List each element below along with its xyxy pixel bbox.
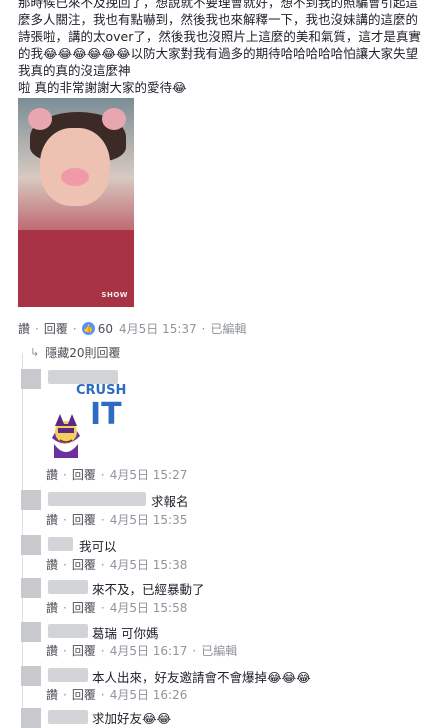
pig-nose-shape [61,168,89,186]
photo-watermark: SHOW [101,291,128,299]
post-reply-link[interactable]: 回覆 [44,320,68,337]
reply-timestamp[interactable]: 4月5日 16:17 [110,642,188,659]
reply-action-row: 讚 · 回覆 · 4月5日 15:27 [46,466,188,483]
avatar[interactable] [21,535,41,555]
post-edited-label[interactable]: 已編輯 [210,320,246,337]
reply-action-row: 讚 · 回覆 · 4月5日 15:35 [46,511,188,528]
reply-timestamp[interactable]: 4月5日 16:26 [110,686,188,703]
reply-action-row: 讚 · 回覆 · 4月5日 16:17 · 已編輯 [46,642,238,659]
reply-author-name[interactable] [48,624,88,638]
crush-it-sticker: CRUSH IT [46,380,126,462]
reply-like-link[interactable]: 讚 [46,511,58,528]
reply-reply-link[interactable]: 回覆 [72,599,96,616]
reply-like-link[interactable]: 讚 [46,642,58,659]
hidden-replies-toggle[interactable]: ↳ 隱藏20則回覆 [30,344,121,361]
avatar[interactable] [21,369,41,389]
reply-author-name[interactable] [48,492,146,506]
thumbs-up-icon: 👍 [81,322,95,335]
reply-reply-link[interactable]: 回覆 [72,556,96,573]
avatar[interactable] [21,578,41,598]
post-like-link[interactable]: 讚 [18,320,30,337]
reply-text: 來不及，已經暴動了 [92,582,205,597]
reply-reply-link[interactable]: 回覆 [72,642,96,659]
reply-text: 我可以 [79,539,117,554]
reply-text: 求報名 [151,494,189,509]
post-timestamp[interactable]: 4月5日 15:37 [119,320,197,337]
reply-like-link[interactable]: 讚 [46,556,58,573]
collapse-arrow-icon: ↳ [30,346,40,359]
hidden-replies-label: 隱藏20則回覆 [45,346,121,360]
reply-author-name[interactable] [48,537,73,551]
reply-reply-link[interactable]: 回覆 [72,511,96,528]
post-action-row: 讚 · 回覆 · 👍 60 4月5日 15:37 · 已編輯 [18,320,247,337]
reply-reply-link[interactable]: 回覆 [72,466,96,483]
reply-text: 葛瑞 可你媽 [92,626,159,641]
reply-action-row: 讚 · 回覆 · 4月5日 16:26 [46,686,188,703]
post-like-count[interactable]: 60 [98,322,113,336]
reply-edited-label[interactable]: 已編輯 [201,642,237,659]
post-body-text: 那時候已來不及挽回了，想說就不要理會就好，想不到我的照騙會引起這麼多人關注，我也… [18,0,421,95]
sticker-word-2: IT [90,397,122,432]
reply-action-row: 讚 · 回覆 · 4月5日 15:58 [46,599,188,616]
reply-like-link[interactable]: 讚 [46,466,58,483]
reply-action-row: 讚 · 回覆 · 4月5日 15:38 [46,556,188,573]
reply-timestamp[interactable]: 4月5日 15:27 [110,466,188,483]
reply-author-name[interactable] [48,668,88,682]
reply-like-link[interactable]: 讚 [46,599,58,616]
reply-timestamp[interactable]: 4月5日 15:58 [110,599,188,616]
reply-like-link[interactable]: 讚 [46,686,58,703]
post-photo[interactable]: SHOW [18,98,134,307]
reply-reply-link[interactable]: 回覆 [72,686,96,703]
avatar[interactable] [21,622,41,642]
reply-timestamp[interactable]: 4月5日 15:35 [110,511,188,528]
pig-ear-left-shape [28,108,52,130]
avatar[interactable] [21,666,41,686]
reply-author-name[interactable] [48,710,88,724]
pig-ear-right-shape [102,108,126,130]
reply-text: 本人出來，好友邀請會不會爆掉😂😂😂 [92,670,311,685]
reply-timestamp[interactable]: 4月5日 15:38 [110,556,188,573]
reply-text: 求加好友😂😂 [92,711,172,726]
avatar[interactable] [21,490,41,510]
avatar[interactable] [21,708,41,728]
sticker-word-1: CRUSH [76,383,127,398]
photo-face-shape [40,128,110,206]
reply-author-name[interactable] [48,580,88,594]
